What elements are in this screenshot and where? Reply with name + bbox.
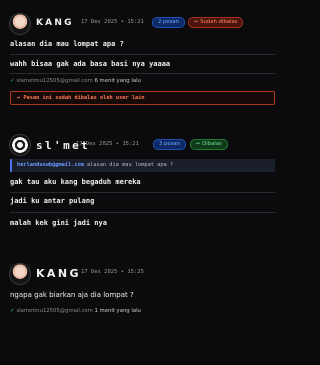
username[interactable]: KANG [36, 267, 81, 280]
divider [10, 54, 275, 55]
timestamp: 17 Des 2025 • 15:21 [76, 141, 139, 147]
message-count-badge: 3 pesan [153, 139, 187, 150]
receipt-email: slametmu12505@gmail.com [16, 308, 93, 314]
check-icon: ✓ [10, 308, 15, 314]
divider [10, 212, 275, 213]
avatar[interactable] [9, 263, 31, 285]
avatar[interactable] [9, 134, 31, 156]
message-text: malah kek gini jadi nya [10, 219, 107, 227]
username[interactable]: KANG [36, 18, 74, 28]
message-text: ngapa gak biarkan aja dia lompat ? [10, 291, 134, 299]
reply-icon: ↩ [17, 95, 21, 101]
timestamp: 17 Des 2025 • 15:25 [81, 269, 144, 275]
replied-notice-text: Pesan ini sudah dibalas oleh user lain [23, 95, 145, 101]
quoted-text: alasan dia mau lompat apa ? [86, 162, 174, 168]
avatar[interactable] [9, 13, 31, 35]
message-text: jadi ku antar pulang [10, 197, 95, 205]
receipt-email: slametmu12505@gmail.com [16, 78, 93, 84]
message-count-badge: 2 pesan [152, 17, 186, 28]
timestamp: 17 Des 2025 • 15:21 [81, 19, 144, 25]
reply-icon: ↩ [194, 19, 199, 25]
status-badge: ↩ Sudah dibalas [188, 17, 244, 28]
message-text: wahh bisaa gak ada basa basi nya yaaaa [10, 60, 171, 68]
reply-icon: ↩ [196, 141, 201, 147]
status-badge-label: Dibalas [202, 141, 222, 147]
receipt-time: 1 menit yang lalu [94, 308, 141, 314]
divider [10, 192, 275, 193]
check-icon: ✓ [10, 78, 15, 84]
replied-notice: ↩ Pesan ini sudah dibalas oleh user lain [10, 91, 275, 105]
divider [10, 73, 275, 74]
read-receipt: ✓ slametmu12505@gmail.com 6 menit yang la… [10, 78, 141, 84]
message-text: alasan dia mau lompat apa ? [10, 40, 124, 48]
quoted-sender: herlanduswb@gmail.com [17, 162, 84, 168]
status-badge-label: Sudah dibalas [200, 19, 238, 25]
receipt-time: 6 menit yang lalu [94, 78, 141, 84]
quoted-message[interactable]: herlanduswb@gmail.com alasan dia mau lomp… [10, 159, 275, 172]
status-badge: ↩ Dibalas [190, 139, 228, 150]
read-receipt: ✓ slametmu12505@gmail.com 1 menit yang la… [10, 308, 141, 314]
message-text: gak tau aku kang begaduh mereka [10, 178, 141, 186]
